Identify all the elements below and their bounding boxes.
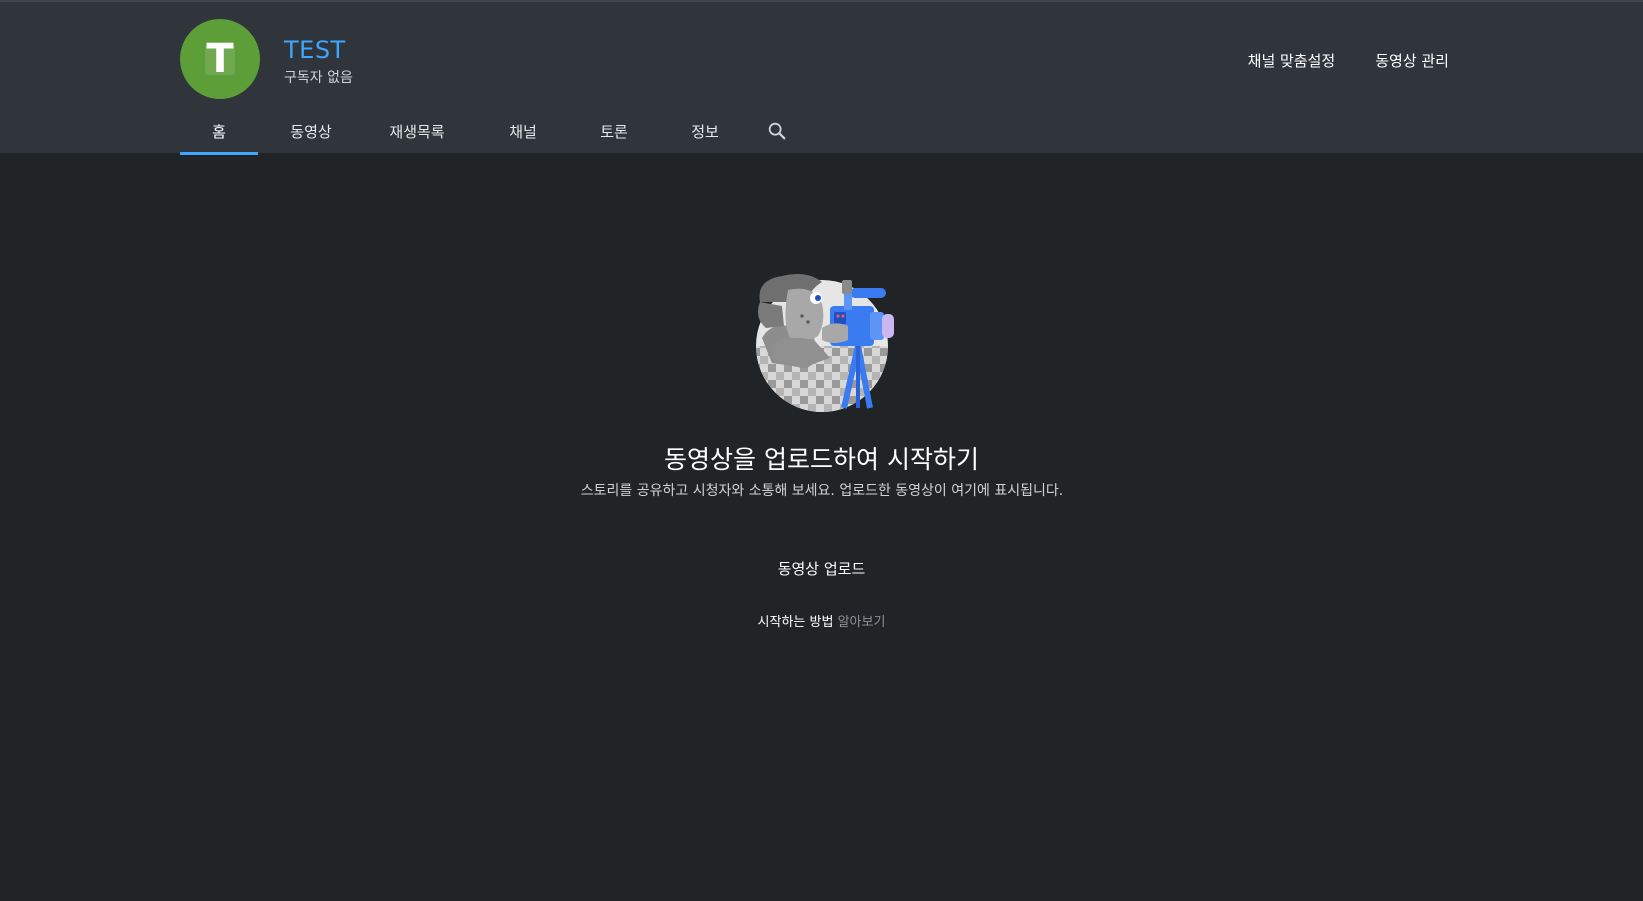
- upload-video-button[interactable]: 동영상 업로드: [0, 558, 1643, 579]
- channel-name: TEST: [284, 36, 346, 64]
- tab-about[interactable]: 정보: [652, 114, 758, 155]
- empty-state-title: 동영상을 업로드하여 시작하기: [664, 445, 979, 474]
- tab-home[interactable]: 홈: [180, 114, 258, 155]
- camera-operator-illustration: [756, 274, 894, 412]
- help-text: 시작하는 방법 알아보기: [0, 611, 1643, 630]
- manage-videos-button[interactable]: 동영상 관리: [1375, 50, 1449, 71]
- channel-avatar[interactable]: T: [180, 19, 260, 99]
- empty-state: 동영상을 업로드하여 시작하기 스토리를 공유하고 시청자와 소통해 보세요. …: [0, 153, 1643, 901]
- channel-header: T TEST 구독자 없음 채널 맞춤설정 동영상 관리 홈 동영상 재생목록 …: [0, 0, 1643, 155]
- tab-label: 동영상: [290, 123, 332, 141]
- tab-label: 채널: [509, 123, 537, 141]
- tab-label: 정보: [691, 123, 719, 141]
- tab-label: 토론: [600, 123, 628, 141]
- tab-channels[interactable]: 채널: [470, 114, 576, 155]
- learn-more-link[interactable]: 알아보기: [838, 615, 886, 630]
- channel-tabs: 홈 동영상 재생목록 채널 토론 정보: [180, 114, 794, 155]
- tab-label: 재생목록: [389, 123, 445, 141]
- subscriber-count: 구독자 없음: [284, 70, 353, 86]
- header-actions: 채널 맞춤설정 동영상 관리: [1248, 50, 1449, 71]
- empty-state-description: 스토리를 공유하고 시청자와 소통해 보세요. 업로드한 동영상이 여기에 표시…: [580, 483, 1064, 499]
- avatar-letter: T: [206, 36, 234, 82]
- tab-playlists[interactable]: 재생목록: [364, 114, 470, 155]
- tab-discussion[interactable]: 토론: [576, 114, 652, 155]
- search-icon: [768, 122, 786, 140]
- tab-videos[interactable]: 동영상: [258, 114, 364, 155]
- customize-channel-button[interactable]: 채널 맞춤설정: [1248, 50, 1336, 71]
- tab-label: 홈: [212, 123, 226, 141]
- help-prefix: 시작하는 방법: [757, 615, 834, 630]
- channel-search-button[interactable]: [758, 114, 794, 155]
